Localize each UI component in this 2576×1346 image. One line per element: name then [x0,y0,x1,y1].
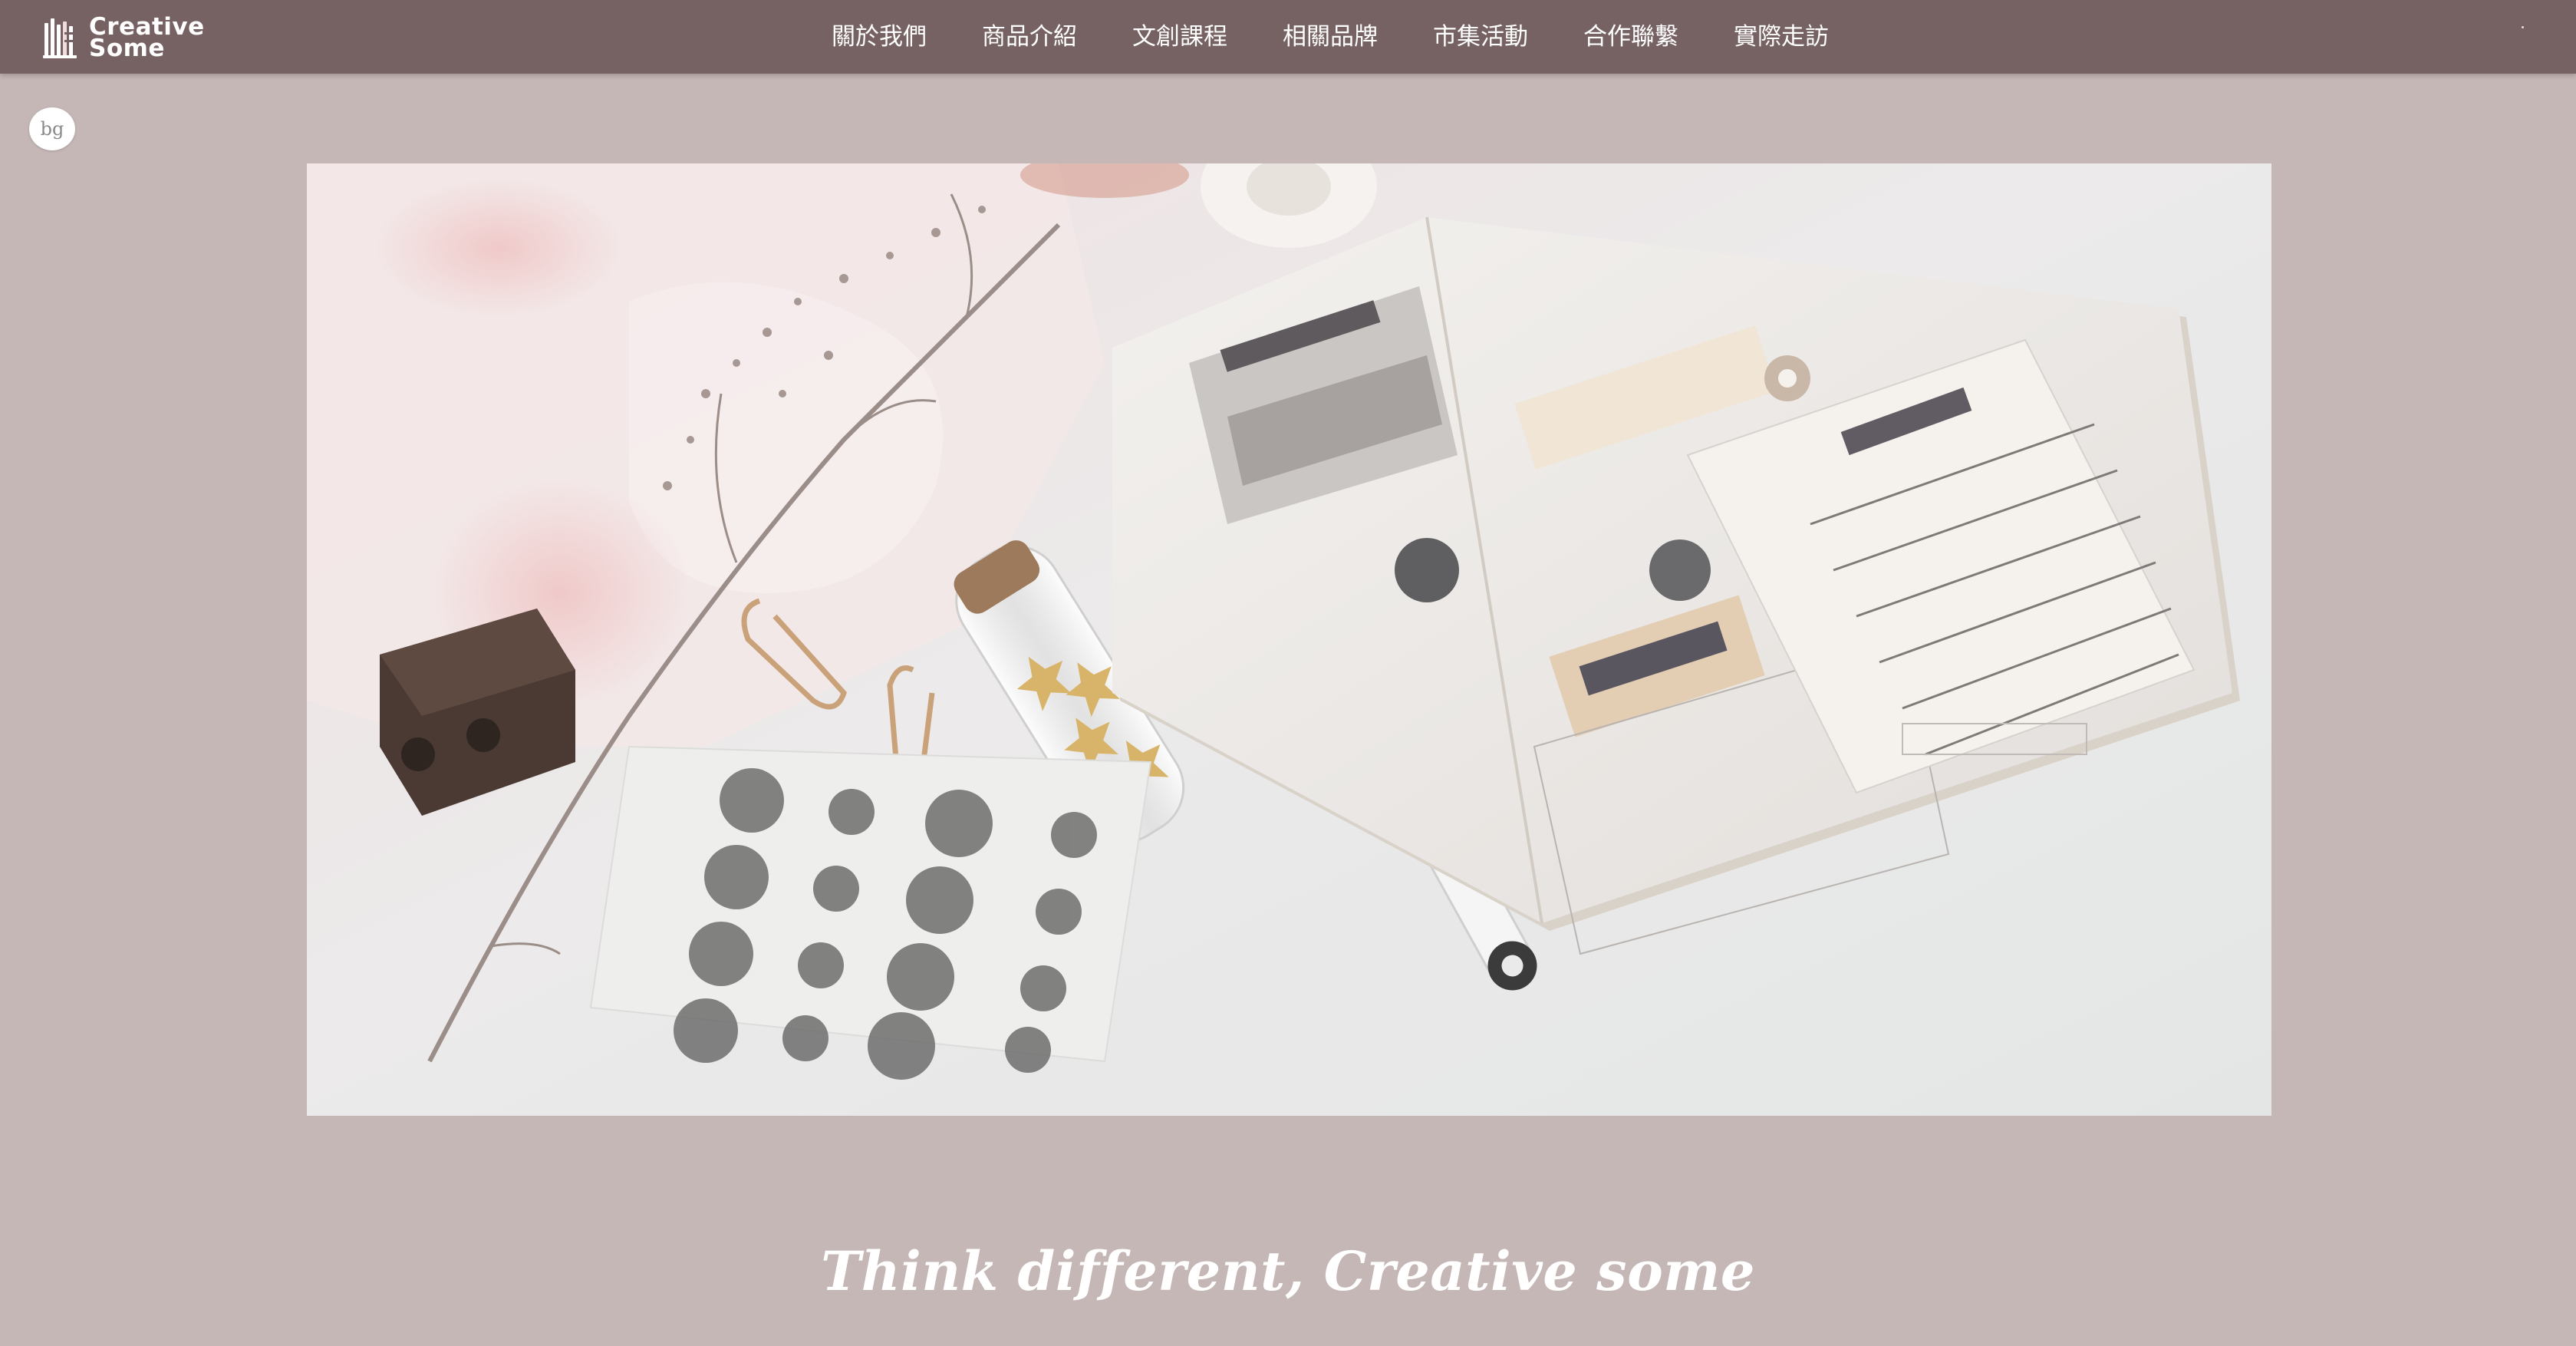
nav-link-courses[interactable]: 文創課程 [1105,0,1255,74]
brand-logo[interactable]: Creative Some [43,14,205,61]
nav-link-products[interactable]: 商品介紹 [954,0,1105,74]
brand-name: Creative Some [89,15,205,62]
nav-link-about[interactable]: 關於我們 [804,0,954,74]
bg-badge[interactable]: bg [29,107,75,150]
nav-item: 文創課程 [1105,0,1255,74]
tagline: Think different, Creative some [821,1239,1755,1303]
nav-link-contact[interactable]: 合作聯繫 [1556,0,1706,74]
hero-image [307,163,2271,1116]
main-nav: 關於我們 商品介紹 文創課程 相關品牌 市集活動 合作聯繫 實際走訪 [804,0,1856,74]
nav-link-visit[interactable]: 實際走訪 [1706,0,1856,74]
page: Creative Some 關於我們 商品介紹 文創課程 相關品牌 市集活動 合… [0,0,2576,1346]
nav-dot [2522,26,2524,28]
nav-item: 合作聯繫 [1556,0,1706,74]
brand-logo-icon [43,18,77,58]
brand-name-line2: Some [89,35,165,62]
nav-item: 實際走訪 [1706,0,1856,74]
nav-item: 市集活動 [1405,0,1556,74]
nav-item: 商品介紹 [954,0,1105,74]
nav-item: 關於我們 [804,0,954,74]
nav-link-markets[interactable]: 市集活動 [1405,0,1556,74]
nav-item: 相關品牌 [1255,0,1405,74]
top-navbar: Creative Some 關於我們 商品介紹 文創課程 相關品牌 市集活動 合… [0,0,2576,74]
nav-link-brands[interactable]: 相關品牌 [1255,0,1405,74]
stationery-flatlay-photo-icon [307,163,2271,1116]
